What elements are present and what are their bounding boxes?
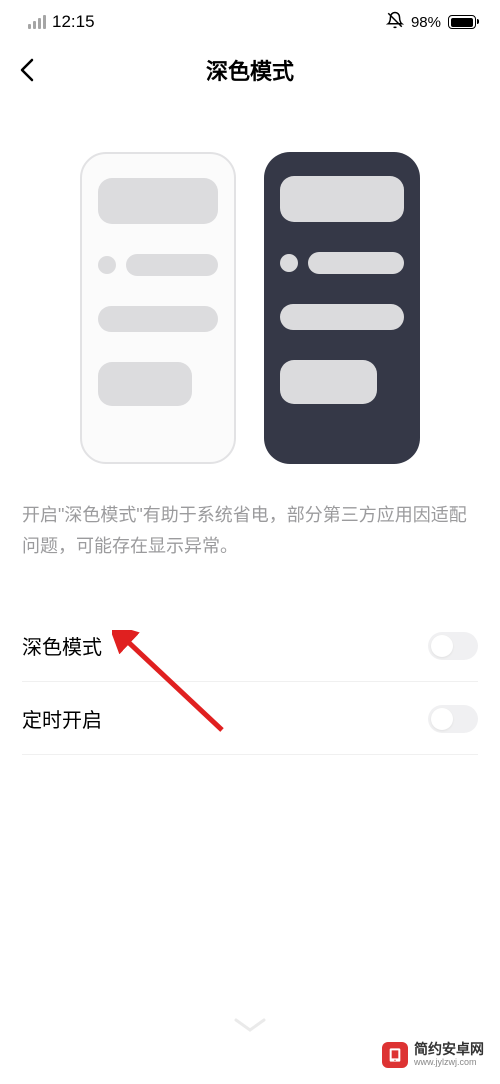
dark-mode-toggle[interactable] [428,632,478,660]
back-icon[interactable] [20,58,34,82]
status-time: 12:15 [52,12,95,32]
signal-icon [28,15,46,29]
light-mode-preview[interactable] [80,152,236,464]
status-right: 98% [386,11,476,34]
dnd-bell-icon [386,11,404,34]
watermark-name: 简约安卓网 [414,1042,484,1057]
status-bar: 12:15 98% [0,0,500,40]
watermark: 简约安卓网 www.jylzwj.com [382,1042,484,1068]
battery-icon [448,15,476,29]
watermark-text: 简约安卓网 www.jylzwj.com [414,1042,484,1067]
scheduled-label: 定时开启 [22,704,102,733]
page-title: 深色模式 [206,54,294,86]
scheduled-toggle[interactable] [428,705,478,733]
dark-mode-label: 深色模式 [22,631,102,660]
status-left: 12:15 [28,12,95,32]
description-text: 开启"深色模式"有助于系统省电，部分第三方应用因适配问题，可能存在显示异常。 [0,500,500,561]
settings-list: 深色模式 定时开启 [0,609,500,755]
watermark-url: www.jylzwj.com [414,1058,484,1068]
scheduled-row[interactable]: 定时开启 [0,682,500,755]
theme-preview [0,96,500,500]
battery-percentage: 98% [411,14,441,31]
dark-mode-row[interactable]: 深色模式 [0,609,500,682]
watermark-icon [382,1042,408,1068]
scroll-hint-icon [232,1016,268,1034]
page-header: 深色模式 [0,40,500,96]
dark-mode-preview[interactable] [264,152,420,464]
